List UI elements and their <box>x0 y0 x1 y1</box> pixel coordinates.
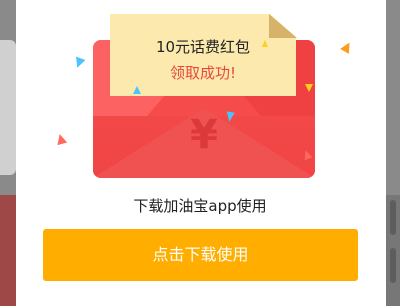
confetti-piece <box>305 84 313 92</box>
reward-title: 10元话费红包 <box>155 38 251 56</box>
confetti-piece <box>225 111 235 123</box>
background-item-right-2 <box>390 248 396 283</box>
reward-status: 领取成功! <box>169 64 236 82</box>
download-hint: 下载加油宝app使用 <box>133 197 267 215</box>
download-button[interactable]: 点击下载使用 <box>43 229 358 281</box>
confetti-piece <box>133 86 141 94</box>
yen-icon: ¥ <box>190 112 218 158</box>
confetti-piece <box>262 40 268 47</box>
background-card-left <box>0 40 16 175</box>
